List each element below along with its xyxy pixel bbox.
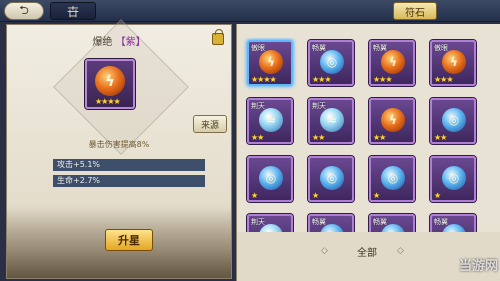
rune-detail-panel: 爆绝 【紫】 ϟ ★★★★ 来源 暴击伤害提高8% 攻击+5.1% 生命+2.7…: [6, 19, 232, 279]
rune-item[interactable]: ◎ ★: [369, 156, 415, 202]
title-tab[interactable]: 卋: [50, 2, 96, 20]
rune-item[interactable]: ϟ ★★: [369, 98, 415, 144]
blue-orb-icon: ◎: [259, 166, 283, 190]
watermark-text: 当游网: [458, 258, 498, 274]
rune-item-stars: ★★: [434, 133, 447, 142]
fire-orb-icon: ϟ: [381, 108, 405, 132]
rune-item-stars: ★★★: [373, 75, 392, 84]
fire-orb-icon: ϟ: [442, 50, 466, 74]
rune-inventory-panel: 傲眼 ϟ ★★★★ 畅翼 ◎ ★★★ 畅翼 ϟ ★★★ 傲眼 ϟ ★★★ 荆天 ≈ ★★ 荆天 ≈ ★★ ϟ ★★ ◎ ★…: [236, 24, 500, 281]
top-bar: ⮌ 卋 符石: [0, 0, 500, 22]
blue-orb-icon: ◎: [381, 166, 405, 190]
rune-item-stars: ★★: [312, 133, 325, 142]
rune-item[interactable]: ◎ ★: [308, 156, 354, 202]
rune-item[interactable]: ◎ ★: [247, 156, 293, 202]
fire-orb-icon: ϟ: [381, 50, 405, 74]
upgrade-star-button[interactable]: 升星: [105, 229, 153, 251]
filter-all-button[interactable]: 全部: [337, 244, 397, 259]
fire-orb-icon: ϟ: [95, 66, 125, 96]
rune-item-stars: ★★★: [312, 75, 331, 84]
water-orb-icon: ≈: [259, 108, 283, 132]
blue-orb-icon: ◎: [442, 166, 466, 190]
stat-attack: 攻击+5.1%: [53, 159, 205, 171]
rune-grid: 傲眼 ϟ ★★★★ 畅翼 ◎ ★★★ 畅翼 ϟ ★★★ 傲眼 ϟ ★★★ 荆天 ≈ ★★ 荆天 ≈ ★★ ϟ ★★ ◎ ★…: [243, 38, 493, 238]
lock-icon[interactable]: [212, 29, 224, 45]
rune-item-stars: ★: [251, 191, 258, 200]
rune-item-stars: ★★★★: [251, 75, 277, 84]
rune-item[interactable]: 荆天 ≈ ★★: [247, 98, 293, 144]
stat-hp: 生命+2.7%: [53, 175, 205, 187]
rune-item-stars: ★★: [373, 133, 386, 142]
rune-stars: ★★★★: [95, 97, 121, 106]
rune-item[interactable]: 傲眼 ϟ ★★★: [430, 40, 476, 86]
rune-item-stars: ★: [373, 191, 380, 200]
rune-item[interactable]: 傲眼 ϟ ★★★★: [247, 40, 293, 86]
rune-item-stars: ★★★: [434, 75, 453, 84]
rune-item[interactable]: 荆天 ≈ ★★: [308, 98, 354, 144]
rune-item[interactable]: 畅翼 ◎ ★★★: [308, 40, 354, 86]
decor-left-icon: ◇: [321, 246, 328, 256]
rune-item-stars: ★★: [251, 133, 264, 142]
blue-orb-icon: ◎: [320, 50, 344, 74]
rune-item-stars: ★: [434, 191, 441, 200]
rune-rarity: 【紫】: [115, 37, 146, 48]
title-glyph: 卋: [66, 4, 79, 19]
rune-title: 爆绝 【紫】: [7, 33, 231, 48]
water-orb-icon: ≈: [320, 108, 344, 132]
rune-name: 爆绝: [92, 37, 113, 48]
back-arrow-icon: ⮌: [19, 2, 29, 17]
source-button[interactable]: 来源: [193, 115, 227, 133]
blue-orb-icon: ◎: [442, 108, 466, 132]
back-button[interactable]: ⮌: [4, 2, 44, 20]
rune-item[interactable]: ◎ ★: [430, 156, 476, 202]
rune-item[interactable]: 畅翼 ϟ ★★★: [369, 40, 415, 86]
fire-orb-icon: ϟ: [259, 50, 283, 74]
source-label: 来源: [200, 120, 219, 131]
tab-rune-stone[interactable]: 符石: [393, 2, 437, 20]
watermark-logo: 当游网: [400, 252, 498, 276]
rune-item[interactable]: ◎ ★★: [430, 98, 476, 144]
blue-orb-icon: ◎: [320, 166, 344, 190]
selected-rune-slot: ϟ ★★★★: [85, 59, 135, 109]
rune-item-stars: ★: [312, 191, 319, 200]
rune-effect: 暴击伤害提高8%: [88, 140, 150, 149]
